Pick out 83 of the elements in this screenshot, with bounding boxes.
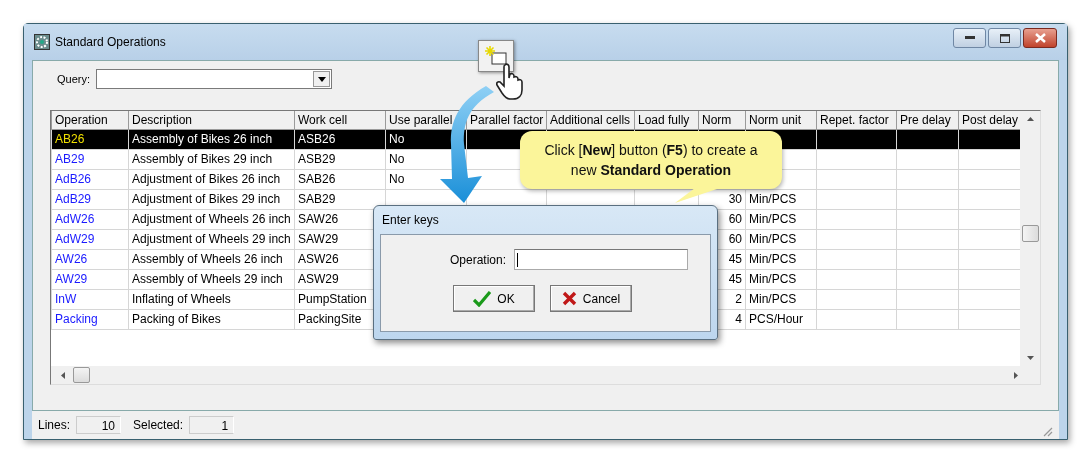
- dialog-title: Enter keys: [381, 212, 440, 229]
- column-header[interactable]: Description: [128, 111, 295, 129]
- cell-text: 45: [728, 272, 742, 286]
- horizontal-scrollbar[interactable]: [51, 366, 1040, 384]
- lines-label: Lines:: [38, 418, 71, 432]
- column-header[interactable]: Additional cells: [546, 111, 635, 129]
- cell-text: No: [389, 172, 405, 186]
- cell-text: ASB26: [298, 132, 336, 146]
- caret-icon: [317, 76, 326, 82]
- cell-text: No: [389, 132, 405, 146]
- cell-text: Adjustment of Bikes 29 inch: [132, 192, 281, 206]
- close-button[interactable]: [1023, 28, 1057, 48]
- checkmark-icon: [473, 290, 492, 307]
- gear-icon: [34, 34, 50, 50]
- cell-text: Min/PCS: [749, 192, 797, 206]
- selected-label: Selected:: [133, 418, 184, 432]
- scroll-left-icon: [61, 371, 65, 379]
- selected-count: 1: [189, 416, 235, 434]
- cell-text: Min/PCS: [749, 252, 797, 266]
- cell-text: Adjustment of Wheels 26 inch: [132, 212, 291, 226]
- resize-grip-icon: [1041, 425, 1053, 437]
- lines-count: 10: [76, 416, 122, 434]
- cell-text: 4: [735, 312, 742, 326]
- vertical-scrollbar[interactable]: [1020, 111, 1040, 366]
- cell-text: Assembly of Wheels 26 inch: [132, 252, 283, 266]
- cell-text: PumpStation: [298, 292, 367, 306]
- cell-text: PCS/Hour: [749, 312, 804, 326]
- minimize-icon: [964, 36, 975, 40]
- cell-text: SAB29: [298, 192, 336, 206]
- scroll-thumb[interactable]: [1021, 225, 1039, 242]
- cell-text: Inflating of Wheels: [132, 292, 231, 306]
- minimize-button[interactable]: [953, 28, 986, 48]
- cell-text: Assembly of Bikes 26 inch: [132, 132, 273, 146]
- query-label: Query:: [57, 73, 90, 85]
- scroll-right-icon: [1014, 371, 1018, 379]
- cell-text: 60: [728, 232, 742, 246]
- operation-label: Operation:: [449, 252, 506, 267]
- scroll-down-icon: [1026, 356, 1034, 360]
- cell-text: SAW26: [298, 212, 339, 226]
- close-icon: [1034, 33, 1046, 43]
- sparkle-window-icon: [484, 45, 508, 67]
- cell-text: 60: [728, 212, 742, 226]
- column-header[interactable]: Norm: [698, 111, 746, 129]
- scroll-thumb[interactable]: [73, 367, 90, 383]
- column-header[interactable]: Post delay: [958, 111, 1020, 129]
- callout-text: Click [New] button (F5) to create a new Standard Operation: [543, 141, 759, 180]
- column-header[interactable]: Load fully: [634, 111, 699, 129]
- window-title: Standard Operations: [55, 35, 166, 49]
- scroll-up-icon: [1026, 117, 1034, 121]
- maximize-icon: [999, 33, 1010, 43]
- column-header[interactable]: Repet. factor: [816, 111, 897, 129]
- column-header[interactable]: Parallel factor: [466, 111, 547, 129]
- cell-text: No: [389, 152, 405, 166]
- cell-text: ASB29: [298, 152, 336, 166]
- cell-text: Assembly of Wheels 29 inch: [132, 272, 283, 286]
- maximize-button[interactable]: [988, 28, 1021, 48]
- query-dropdown[interactable]: [96, 69, 332, 89]
- cell-text: SAB26: [298, 172, 336, 186]
- cell-text: Adjustment of Wheels 29 inch: [132, 232, 291, 246]
- column-header[interactable]: Norm unit: [745, 111, 817, 129]
- cell-text: SAW29: [298, 232, 339, 246]
- cell-text: Min/PCS: [749, 292, 797, 306]
- cell-text: Min/PCS: [749, 212, 797, 226]
- cell-text: Adjustment of Bikes 26 inch: [132, 172, 281, 186]
- cell-text: Min/PCS: [749, 232, 797, 246]
- ok-button[interactable]: OK: [453, 285, 535, 312]
- cell-text: 45: [728, 252, 742, 266]
- new-button[interactable]: [478, 40, 514, 72]
- column-header[interactable]: Pre delay: [896, 111, 959, 129]
- cell-text: 30: [728, 192, 742, 206]
- cell-text: PackingSite: [298, 312, 362, 326]
- operation-link[interactable]: InW: [55, 292, 77, 306]
- cross-icon: [561, 291, 577, 306]
- cell-text: Packing of Bikes: [132, 312, 221, 326]
- cell-text: Min/PCS: [749, 272, 797, 286]
- operation-field[interactable]: [514, 249, 688, 270]
- column-header[interactable]: Work cell: [294, 111, 386, 129]
- cell-text: ASW26: [298, 252, 339, 266]
- column-header[interactable]: Operation: [51, 111, 129, 129]
- cell-text: Assembly of Bikes 29 inch: [132, 152, 273, 166]
- cell-text: ASW29: [298, 272, 339, 286]
- cell-text: 2: [735, 292, 742, 306]
- cancel-button[interactable]: Cancel: [550, 285, 632, 312]
